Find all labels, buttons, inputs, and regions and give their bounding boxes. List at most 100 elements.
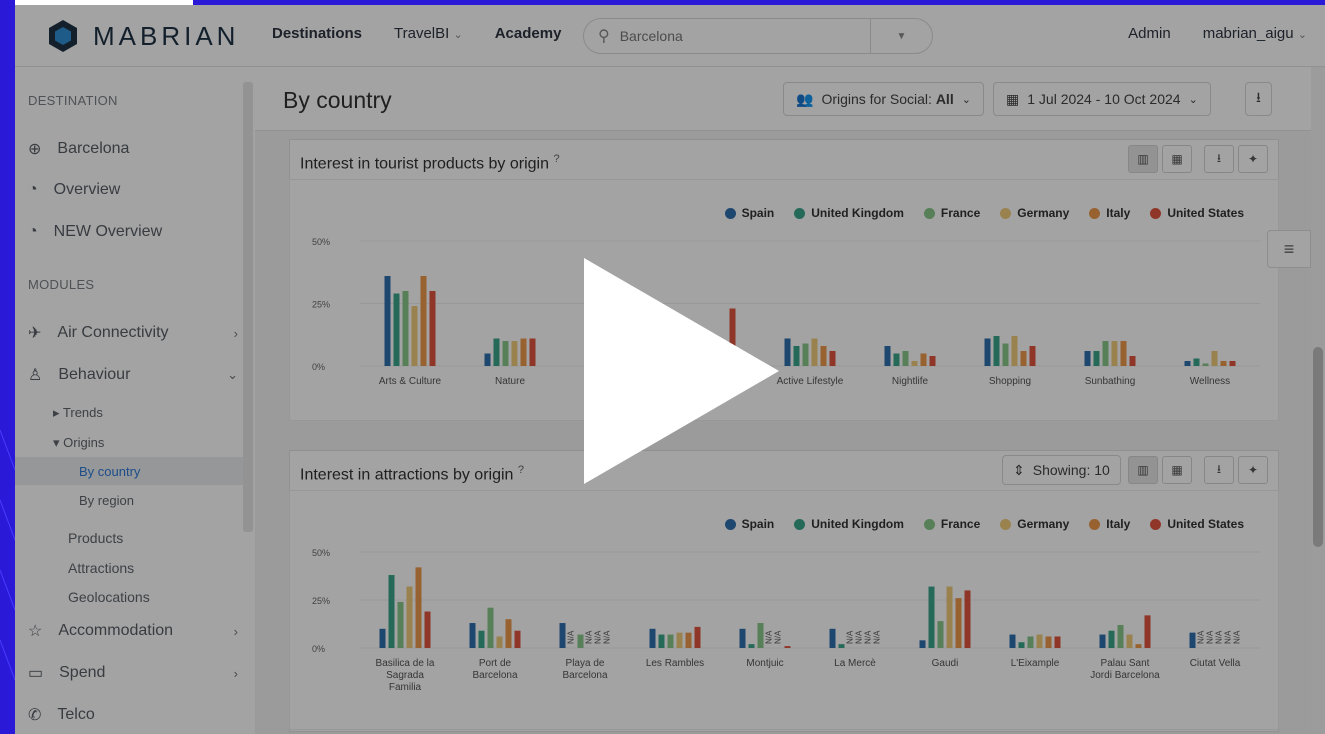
- bar[interactable]: [1099, 634, 1106, 648]
- sidebar-item-attractions[interactable]: Attractions: [68, 560, 134, 576]
- sidebar-item-overview[interactable]: ◔ Overview: [28, 181, 238, 199]
- bar[interactable]: [1117, 624, 1124, 648]
- bar[interactable]: [1184, 361, 1191, 366]
- nav-travelbi[interactable]: TravelBI ⌄: [394, 25, 463, 42]
- bar[interactable]: [820, 346, 827, 366]
- bar[interactable]: [487, 607, 494, 648]
- sidebar-item-behaviour[interactable]: ♙ Behaviour ⌄: [28, 365, 238, 385]
- legend-item[interactable]: France: [923, 517, 980, 531]
- bar[interactable]: [484, 353, 491, 367]
- bar[interactable]: [393, 293, 400, 367]
- showing-count-select[interactable]: ⇕ Showing: 10: [1002, 455, 1121, 485]
- bar[interactable]: [402, 291, 409, 366]
- sidebar-item-by-country[interactable]: By country: [79, 464, 140, 479]
- bar[interactable]: [388, 575, 395, 648]
- bar[interactable]: [984, 338, 991, 367]
- nav-destinations[interactable]: Destinations: [272, 25, 362, 42]
- legend-item[interactable]: Spain: [724, 517, 774, 531]
- chart-download-button[interactable]: ⭳: [1204, 145, 1234, 173]
- admin-link[interactable]: Admin: [1128, 25, 1171, 42]
- search-dropdown-icon[interactable]: ▼: [870, 19, 932, 53]
- bar[interactable]: [1036, 634, 1043, 648]
- legend-item[interactable]: United States: [1150, 517, 1244, 531]
- bar[interactable]: [502, 341, 509, 366]
- table-view-button[interactable]: ▦: [1162, 145, 1192, 173]
- bar[interactable]: [649, 628, 656, 648]
- bar[interactable]: [919, 640, 926, 648]
- help-icon[interactable]: ?: [518, 464, 524, 476]
- legend-item[interactable]: Spain: [724, 206, 774, 220]
- bar-view-button[interactable]: ▥: [1128, 145, 1158, 173]
- page-download-button[interactable]: ⭳: [1245, 82, 1272, 116]
- bar[interactable]: [529, 338, 536, 367]
- bar[interactable]: [514, 630, 521, 648]
- bar[interactable]: [1102, 341, 1109, 366]
- legend-item[interactable]: United Kingdom: [794, 206, 904, 220]
- bar[interactable]: [1018, 642, 1025, 648]
- sidebar-item-telco[interactable]: ✆ Telco: [28, 705, 238, 725]
- bar[interactable]: [469, 623, 476, 648]
- bar[interactable]: [748, 644, 755, 648]
- bar[interactable]: [1211, 351, 1218, 366]
- bar[interactable]: [1002, 343, 1009, 367]
- sidebar-item-air-connectivity[interactable]: ✈ Air Connectivity ›: [28, 323, 238, 343]
- bar[interactable]: [505, 619, 512, 648]
- sidebar-item-barcelona[interactable]: ⊕ Barcelona: [28, 139, 238, 159]
- origins-filter-button[interactable]: 👥 Origins for Social: All ⌄: [783, 82, 984, 116]
- bar[interactable]: [658, 634, 665, 648]
- bar[interactable]: [811, 338, 818, 367]
- bar[interactable]: [520, 338, 527, 367]
- user-name-dropdown[interactable]: mabrian_aigu ⌄: [1203, 25, 1307, 42]
- bar[interactable]: [929, 356, 936, 366]
- bar[interactable]: [1011, 336, 1018, 366]
- bar[interactable]: [511, 341, 518, 366]
- page-scrollbar[interactable]: [1311, 67, 1325, 734]
- bar[interactable]: [685, 632, 692, 648]
- bar[interactable]: [838, 644, 845, 648]
- bar[interactable]: [1084, 351, 1091, 366]
- bar[interactable]: [384, 276, 391, 366]
- bar[interactable]: [429, 291, 436, 366]
- legend-item[interactable]: Germany: [1000, 517, 1069, 531]
- help-icon[interactable]: ?: [553, 153, 559, 165]
- sidebar-item-accommodation[interactable]: ☆ Accommodation ›: [28, 621, 238, 641]
- bar[interactable]: [577, 634, 584, 648]
- bar[interactable]: [411, 306, 418, 366]
- bar[interactable]: [1093, 351, 1100, 366]
- legend-item[interactable]: United States: [1150, 206, 1244, 220]
- bar-view-button[interactable]: ▥: [1128, 456, 1158, 484]
- sidebar-item-products[interactable]: Products: [68, 530, 123, 546]
- sidebar-scrollbar[interactable]: [243, 82, 253, 532]
- bar[interactable]: [397, 601, 404, 648]
- bar[interactable]: [893, 353, 900, 367]
- bar[interactable]: [964, 590, 971, 648]
- play-icon[interactable]: [584, 258, 779, 484]
- bar[interactable]: [478, 630, 485, 648]
- bar[interactable]: [1029, 346, 1036, 366]
- bar[interactable]: [1220, 361, 1227, 366]
- sidebar-item-spend[interactable]: ▭ Spend ›: [28, 663, 238, 683]
- bar[interactable]: [937, 621, 944, 648]
- legend-item[interactable]: France: [923, 206, 980, 220]
- bar[interactable]: [829, 628, 836, 648]
- legend-item[interactable]: United Kingdom: [794, 517, 904, 531]
- bar[interactable]: [559, 623, 566, 648]
- menu-toggle-button[interactable]: ≡: [1267, 230, 1311, 268]
- bar[interactable]: [993, 336, 1000, 366]
- chart-download-button[interactable]: ⭳: [1204, 456, 1234, 484]
- bar[interactable]: [1229, 361, 1236, 366]
- legend-item[interactable]: Germany: [1000, 206, 1069, 220]
- bar[interactable]: [415, 567, 422, 648]
- bar[interactable]: [1108, 630, 1115, 648]
- bar[interactable]: [802, 343, 809, 367]
- bar[interactable]: [1111, 341, 1118, 366]
- date-range-picker[interactable]: ▦ 1 Jul 2024 - 10 Oct 2024 ⌄: [993, 82, 1211, 116]
- legend-item[interactable]: Italy: [1089, 206, 1130, 220]
- bar[interactable]: [739, 628, 746, 648]
- table-view-button[interactable]: ▦: [1162, 456, 1192, 484]
- ai-insights-button[interactable]: ✦: [1238, 456, 1268, 484]
- bar[interactable]: [1144, 615, 1151, 648]
- bar[interactable]: [902, 351, 909, 366]
- bar[interactable]: [1202, 363, 1209, 367]
- bar[interactable]: [676, 632, 683, 648]
